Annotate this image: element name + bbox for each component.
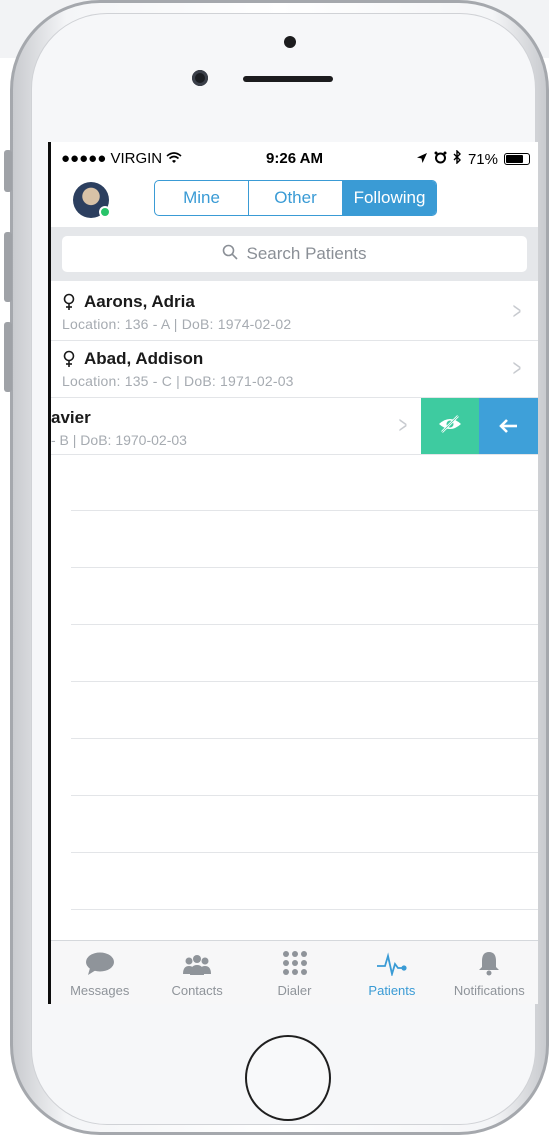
app-screen: ●●●●● VIRGIN 9:26 AM 71% Mine Other Foll… — [48, 142, 538, 1004]
search-bar: Search Patients — [51, 227, 538, 281]
search-icon — [222, 244, 239, 265]
earpiece-speaker — [243, 76, 333, 82]
patient-filter-segmented-control: Mine Other Following — [154, 180, 437, 216]
female-icon — [62, 350, 76, 368]
volume-up-button — [4, 232, 12, 302]
list-separator — [71, 909, 538, 910]
status-indicators: 71% — [416, 149, 530, 168]
tab-label: Messages — [70, 983, 130, 998]
location-arrow-icon — [416, 151, 428, 168]
patient-name-text: Aarons, Adria — [84, 292, 195, 311]
people-icon — [180, 954, 214, 983]
segment-mine[interactable]: Mine — [155, 181, 249, 215]
chevron-right-icon: > — [512, 355, 522, 382]
tab-patients[interactable]: Patients — [343, 941, 440, 1004]
patient-list: Aarons, Adria Location: 136 - A | DoB: 1… — [51, 284, 538, 455]
status-bar: ●●●●● VIRGIN 9:26 AM 71% — [51, 142, 538, 174]
patient-details: Location: 135 - C | DoB: 1971-02-03 — [62, 373, 294, 389]
eye-slash-icon — [437, 414, 463, 439]
back-button[interactable] — [479, 398, 538, 454]
list-separator — [71, 510, 538, 511]
swiped-list-item[interactable]: avier - B | DoB: 1970-02-03 > — [51, 398, 538, 455]
list-item[interactable]: Aarons, Adria Location: 136 - A | DoB: 1… — [51, 284, 538, 341]
tab-bar: Messages Contacts Dialer Patients Notifi… — [51, 940, 538, 1004]
alarm-icon — [434, 151, 447, 168]
tab-messages[interactable]: Messages — [51, 941, 148, 1004]
list-separator — [71, 624, 538, 625]
patient-name: Abad, Addison — [62, 349, 203, 369]
mute-switch — [4, 150, 12, 192]
list-separator — [71, 738, 538, 739]
segment-other[interactable]: Other — [249, 181, 343, 215]
chevron-right-icon: > — [512, 298, 522, 325]
list-separator — [71, 852, 538, 853]
tab-label: Notifications — [453, 983, 525, 998]
unfollow-button[interactable] — [421, 398, 479, 454]
online-status-dot — [99, 206, 111, 218]
patient-name-text: Abad, Addison — [84, 349, 204, 368]
arrow-left-icon — [498, 413, 519, 441]
tab-label: Contacts — [171, 983, 223, 998]
battery-percent: 71% — [467, 150, 498, 168]
tab-label: Dialer — [277, 983, 312, 998]
proximity-sensor — [284, 36, 296, 48]
nav-bar: Mine Other Following — [51, 174, 538, 224]
tab-contacts[interactable]: Contacts — [148, 941, 245, 1004]
patient-name-text: avier — [51, 408, 91, 427]
chevron-right-icon: > — [398, 412, 408, 439]
bell-icon — [477, 950, 501, 983]
heartbeat-icon — [376, 952, 408, 983]
front-camera — [192, 70, 208, 86]
search-input[interactable]: Search Patients — [62, 236, 527, 272]
list-separator — [71, 567, 538, 568]
list-item[interactable]: Abad, Addison Location: 135 - C | DoB: 1… — [51, 341, 538, 398]
list-separator — [71, 681, 538, 682]
female-icon — [62, 293, 76, 311]
search-placeholder: Search Patients — [246, 244, 367, 263]
tab-label: Patients — [368, 983, 416, 998]
volume-down-button — [4, 322, 12, 392]
tab-dialer[interactable]: Dialer — [246, 941, 343, 1004]
segment-following[interactable]: Following — [343, 181, 436, 215]
swipe-actions — [421, 398, 538, 454]
home-button[interactable] — [245, 1035, 331, 1121]
list-separator — [71, 795, 538, 796]
patient-details: Location: 136 - A | DoB: 1974-02-02 — [62, 316, 292, 332]
speech-bubble-icon — [85, 952, 115, 983]
bluetooth-icon — [453, 149, 462, 168]
tab-notifications[interactable]: Notifications — [441, 941, 538, 1004]
patient-name: Aarons, Adria — [62, 292, 195, 312]
battery-icon — [504, 153, 530, 165]
patient-details: - B | DoB: 1970-02-03 — [51, 432, 187, 448]
keypad-icon — [282, 950, 308, 983]
